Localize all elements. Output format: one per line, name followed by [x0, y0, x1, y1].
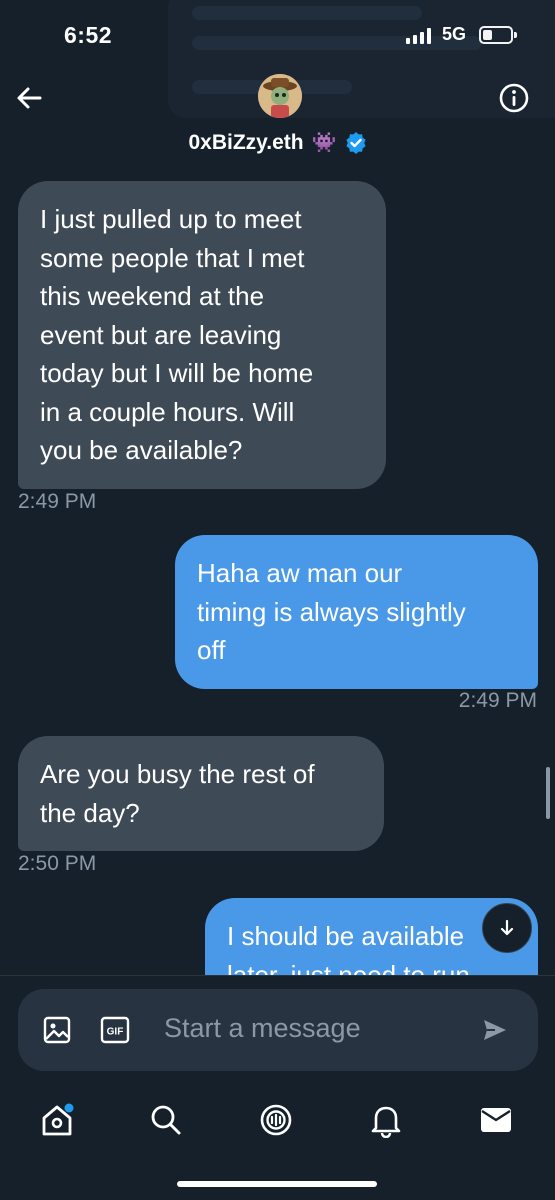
- bottom-tab-bar: [0, 1090, 555, 1150]
- tab-notifications[interactable]: [366, 1100, 406, 1140]
- battery-icon: [479, 26, 517, 44]
- avatar[interactable]: [258, 74, 302, 118]
- home-indicator: [177, 1181, 377, 1187]
- cellular-signal-icon: [406, 28, 431, 44]
- tab-search[interactable]: [146, 1100, 186, 1140]
- message-timestamp: 2:50 PM: [18, 852, 97, 875]
- incoming-message-bubble[interactable]: I just pulled up to meet some people tha…: [18, 181, 386, 489]
- send-button[interactable]: [481, 1016, 509, 1049]
- message-input[interactable]: Start a message: [164, 1013, 361, 1044]
- back-button[interactable]: [14, 82, 46, 114]
- verified-badge-icon: [345, 131, 366, 154]
- send-icon: [484, 1020, 506, 1040]
- composer-divider: [0, 975, 555, 976]
- spaces-icon: [260, 1104, 292, 1136]
- image-icon: [43, 1016, 71, 1044]
- tab-spaces[interactable]: [256, 1100, 296, 1140]
- status-bar: 6:52 5G: [0, 0, 555, 70]
- outgoing-message-bubble[interactable]: Haha aw man our timing is always slightl…: [175, 535, 538, 689]
- gif-button[interactable]: GIF: [100, 1016, 130, 1049]
- message-timestamp: 2:49 PM: [458, 689, 537, 712]
- back-arrow-icon: [17, 87, 42, 109]
- contact-name-row[interactable]: 0xBiZzy.eth 👾: [0, 130, 555, 155]
- contact-name: 0xBiZzy.eth: [188, 130, 304, 154]
- info-icon: [499, 83, 529, 113]
- gif-icon: GIF: [100, 1016, 130, 1044]
- message-composer: GIF Start a message: [18, 989, 538, 1071]
- svg-text:GIF: GIF: [107, 1027, 124, 1038]
- conversation-info-button[interactable]: [498, 82, 530, 114]
- scroll-to-bottom-button[interactable]: [482, 903, 532, 953]
- mail-icon: [481, 1108, 511, 1132]
- conversation-header: 0xBiZzy.eth 👾: [0, 70, 555, 170]
- network-type: 5G: [442, 24, 467, 44]
- tab-home[interactable]: [37, 1100, 77, 1140]
- message-thread[interactable]: I just pulled up to meet some people tha…: [0, 170, 555, 976]
- search-icon: [151, 1105, 181, 1135]
- alien-emoji: 👾: [311, 132, 337, 154]
- status-time: 6:52: [64, 22, 113, 48]
- bell-icon: [371, 1106, 401, 1138]
- home-icon: [42, 1103, 74, 1136]
- message-timestamp: 2:49 PM: [18, 490, 97, 513]
- arrow-down-icon: [500, 919, 514, 936]
- tab-messages[interactable]: [476, 1100, 516, 1140]
- scrollbar[interactable]: [546, 767, 550, 819]
- add-media-button[interactable]: [42, 1015, 72, 1050]
- incoming-message-bubble[interactable]: Are you busy the rest of the day?: [18, 736, 384, 851]
